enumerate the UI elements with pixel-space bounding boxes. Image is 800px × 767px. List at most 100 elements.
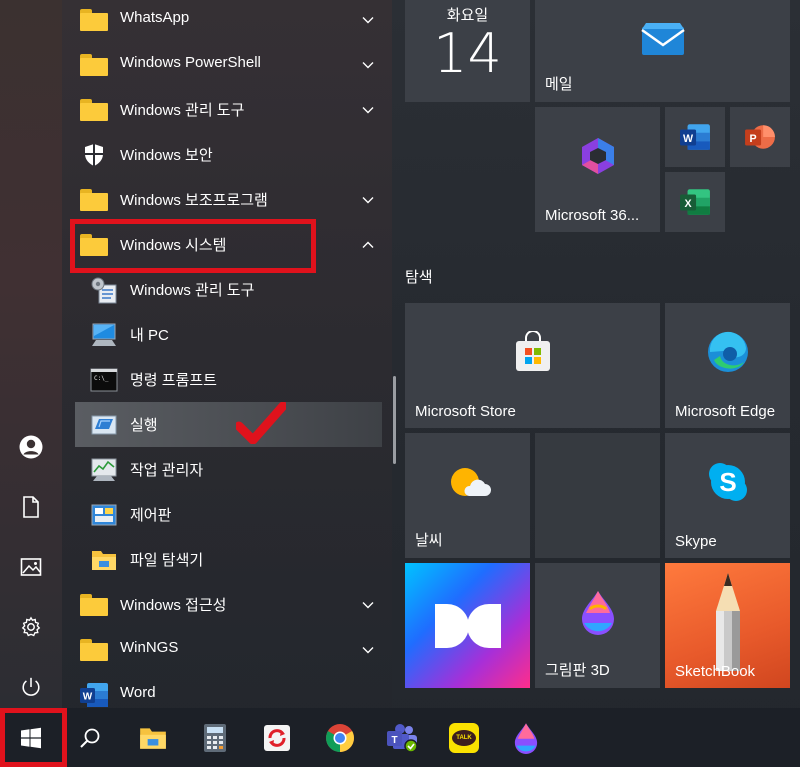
powerpoint-icon: P <box>745 125 775 149</box>
app-list-scrollbar[interactable] <box>393 376 396 464</box>
file-explorer-icon <box>88 544 120 576</box>
dolby-icon <box>434 603 501 648</box>
folder-icon <box>78 589 110 621</box>
tile-paint-3d[interactable]: 그림판 3D <box>535 563 660 688</box>
tile-microsoft-store[interactable]: Microsoft Store <box>405 303 660 428</box>
paint3d-icon <box>514 722 538 754</box>
folder-icon <box>78 49 110 81</box>
chrome-icon <box>326 723 354 752</box>
kakaotalk-icon: TALK <box>449 722 479 753</box>
list-item-label: Windows PowerShell <box>120 54 261 71</box>
list-item-admin-tools-app[interactable]: Windows 관리 도구 <box>62 267 392 312</box>
taskbar-chrome[interactable] <box>309 708 371 767</box>
tile-label: Skype <box>675 533 717 550</box>
kakaotalk-text: TALK <box>456 734 472 741</box>
tile-mail[interactable]: 메일 <box>535 0 790 102</box>
tile-sketchbook[interactable]: SketchBook <box>665 563 790 688</box>
edge-icon <box>707 331 748 372</box>
control-panel-icon <box>88 499 120 531</box>
taskbar-sync-app[interactable] <box>246 708 308 767</box>
tile-word[interactable]: W <box>665 107 725 167</box>
tile-excel[interactable]: X <box>665 172 725 232</box>
settings-icon <box>21 616 41 637</box>
word-icon: W <box>680 124 710 150</box>
tile-label: 메일 <box>545 76 573 93</box>
folder-icon <box>78 94 110 126</box>
chevron-down-icon <box>358 640 378 660</box>
list-item-label: 작업 관리자 <box>130 462 204 479</box>
word-icon: W <box>78 679 110 711</box>
list-item-run[interactable]: 실행 <box>75 402 382 447</box>
svg-text:P: P <box>750 133 757 145</box>
list-item-label: Windows 보안 <box>120 147 213 164</box>
power-button[interactable] <box>0 662 62 712</box>
tile-label: 날씨 <box>415 532 443 549</box>
list-item-whatsapp[interactable]: WhatsApp <box>62 0 392 42</box>
task-manager-icon <box>88 454 120 486</box>
svg-text:S: S <box>719 467 736 497</box>
list-item-windows-security[interactable]: Windows 보안 <box>62 132 392 177</box>
tile-dolby[interactable] <box>405 563 530 688</box>
search-icon <box>80 728 100 748</box>
tile-group-title: 탐색 <box>405 269 433 286</box>
power-icon <box>22 677 40 696</box>
list-item-windows-powershell[interactable]: Windows PowerShell <box>62 42 392 87</box>
folder-icon <box>78 4 110 36</box>
svg-text:C:\_: C:\_ <box>94 375 109 382</box>
store-icon <box>515 330 550 371</box>
taskbar-paint-3d[interactable] <box>495 708 557 767</box>
tile-weather[interactable]: 날씨 <box>405 433 530 558</box>
file-explorer-icon <box>140 727 166 749</box>
list-item-windows-admin-tools[interactable]: Windows 관리 도구 <box>62 87 392 132</box>
tile-label: SketchBook <box>675 663 756 680</box>
svg-text:X: X <box>685 198 693 210</box>
shield-icon <box>78 139 110 171</box>
tile-skype[interactable]: S Skype <box>665 433 790 558</box>
taskbar-kakaotalk[interactable]: TALK <box>433 708 495 767</box>
taskbar-teams[interactable]: T <box>371 708 433 767</box>
chevron-down-icon <box>358 55 378 75</box>
settings-button[interactable] <box>0 602 62 652</box>
tile-microsoft-edge[interactable]: Microsoft Edge <box>665 303 790 428</box>
paint3d-icon <box>581 590 614 635</box>
documents-button[interactable] <box>0 482 62 532</box>
tile-calendar[interactable]: 화요일 14 <box>405 0 530 102</box>
list-item-label: WinNGS <box>120 639 179 656</box>
tile-label: Microsoft Store <box>415 403 516 420</box>
list-item-label: 실행 <box>130 417 158 434</box>
app-list: WhatsApp Windows PowerShell Windows 관리 도… <box>62 0 392 708</box>
pictures-button[interactable] <box>0 542 62 592</box>
tile-label: 그림판 3D <box>545 662 610 679</box>
command-prompt-icon: C:\_ <box>88 364 120 396</box>
computer-icon <box>88 319 120 351</box>
start-left-rail <box>0 0 62 708</box>
list-item-this-pc[interactable]: 내 PC <box>62 312 392 357</box>
search-button[interactable] <box>59 708 121 767</box>
tile-microsoft-365[interactable]: Microsoft 36... <box>535 107 660 232</box>
taskbar-calculator[interactable] <box>184 708 246 767</box>
list-item-windows-accessories[interactable]: Windows 보조프로그램 <box>62 177 392 222</box>
list-item-winngs[interactable]: WinNGS <box>62 627 392 672</box>
list-item-file-explorer[interactable]: 파일 탐색기 <box>62 537 392 582</box>
admin-tools-icon <box>88 274 120 306</box>
office-365-icon <box>581 137 614 174</box>
list-item-command-prompt[interactable]: C:\_ 명령 프롬프트 <box>62 357 392 402</box>
sketchbook-icon <box>715 572 740 671</box>
list-item-task-manager[interactable]: 작업 관리자 <box>62 447 392 492</box>
list-item-control-panel[interactable]: 제어판 <box>62 492 392 537</box>
mail-icon <box>640 23 685 55</box>
tile-powerpoint[interactable]: P <box>730 107 790 167</box>
list-item-label: Windows 관리 도구 <box>130 282 255 299</box>
folder-icon <box>78 184 110 216</box>
svg-text:W: W <box>683 133 694 145</box>
user-account-button[interactable] <box>0 422 62 472</box>
svg-text:T: T <box>391 735 397 746</box>
list-item-label: Word <box>120 684 156 701</box>
list-item-label: WhatsApp <box>120 9 190 26</box>
tile-label: Microsoft 36... <box>545 207 640 224</box>
taskbar-file-explorer[interactable] <box>122 708 184 767</box>
folder-icon <box>78 634 110 666</box>
svg-text:W: W <box>83 692 93 703</box>
pictures-icon <box>20 558 42 576</box>
list-item-windows-accessibility[interactable]: Windows 접근성 <box>62 582 392 627</box>
